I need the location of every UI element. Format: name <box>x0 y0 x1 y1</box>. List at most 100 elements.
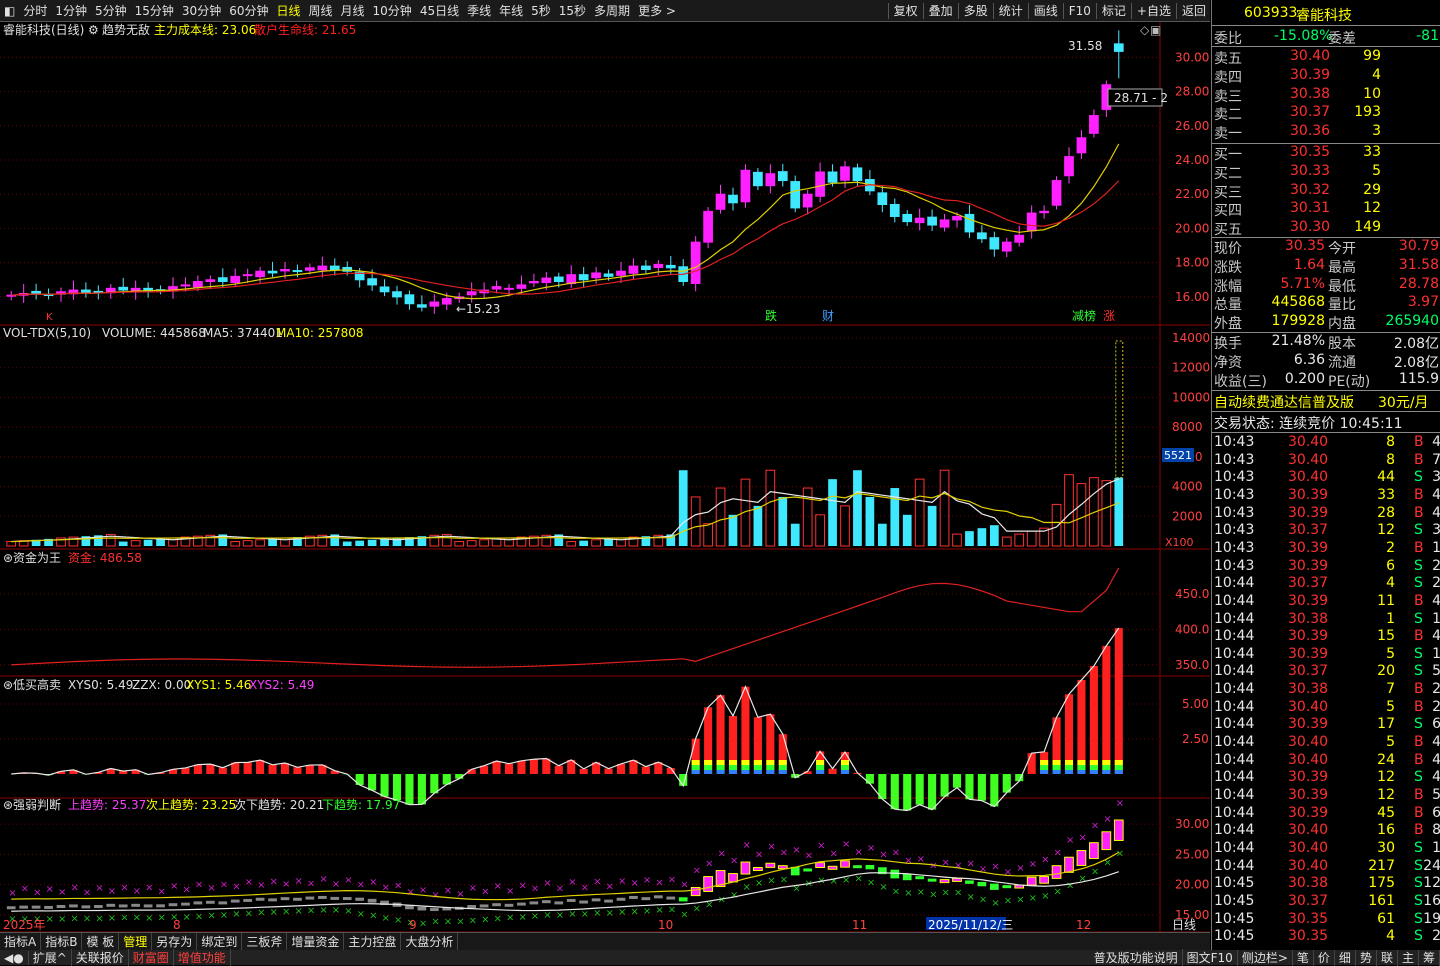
st-x-top: × <box>668 875 676 886</box>
st-bar <box>44 906 53 909</box>
st-x-bot: × <box>618 907 626 918</box>
indicator-tab-9[interactable]: 大盘分析 <box>401 933 458 950</box>
quote-cell: 30.79 <box>1399 238 1439 254</box>
st-bar <box>430 908 439 911</box>
indicator-tab-3[interactable]: 管理 <box>119 933 152 950</box>
tool-6[interactable]: 标记 <box>1098 2 1130 19</box>
tool-4[interactable]: 画线 <box>1030 2 1062 19</box>
indicator-tab-5[interactable]: 绑定到 <box>197 933 242 950</box>
period-12[interactable]: 年线 <box>495 2 527 19</box>
period-0[interactable]: 分时 <box>19 2 51 19</box>
candle-body <box>791 182 800 208</box>
lb-bar-y <box>692 760 700 765</box>
status-item-5[interactable]: 细 <box>1335 949 1356 966</box>
tick-row: 10:4330.408B4 <box>1212 434 1440 452</box>
stat-row: 总量445868量比3.97 <box>1212 294 1440 312</box>
tool-8[interactable]: 返回 <box>1178 2 1210 19</box>
tool-2[interactable]: 多股 <box>960 2 992 19</box>
st-bar <box>1114 820 1123 840</box>
period-8[interactable]: 月线 <box>337 2 369 19</box>
st-subup: 次上趋势: 23.25 <box>146 798 236 812</box>
lb-bar-g <box>1053 765 1061 770</box>
quote-cell: 30.38 <box>1288 681 1328 697</box>
period-10[interactable]: 45日线 <box>416 2 463 19</box>
tool-3[interactable]: 统计 <box>995 2 1027 19</box>
vol-bar <box>1077 484 1086 546</box>
tool-0[interactable]: 复权 <box>890 2 922 19</box>
status-item-3[interactable]: 笔 <box>1293 949 1314 966</box>
bid-row: 买二30.335 <box>1212 163 1440 181</box>
lb-bar <box>517 761 525 774</box>
st-bar <box>592 898 601 901</box>
quote-cell: 总量 <box>1214 294 1242 314</box>
ext-tab-2[interactable]: 财富圈 <box>129 949 174 966</box>
status-item-1[interactable]: 图文F10 <box>1183 949 1238 966</box>
st-bar <box>517 903 526 906</box>
period-7[interactable]: 周线 <box>305 2 337 19</box>
period-4[interactable]: 30分钟 <box>178 2 225 19</box>
lb-bar-y <box>1053 760 1061 765</box>
tool-1[interactable]: 叠加 <box>925 2 957 19</box>
period-16[interactable]: 更多 > <box>634 2 680 19</box>
status-item-9[interactable]: 筹 <box>1419 949 1440 966</box>
period-6[interactable]: 日线 <box>272 2 304 19</box>
tool-5[interactable]: F10 <box>1065 4 1095 18</box>
tick-row: 10:4430.3917S6 <box>1212 716 1440 734</box>
lb-bar-b <box>692 770 700 774</box>
ext-tab-1[interactable]: 关联报价 <box>72 949 129 966</box>
vol-bar <box>691 497 700 546</box>
period-15[interactable]: 多周期 <box>590 2 634 19</box>
period-2[interactable]: 5分钟 <box>91 2 131 19</box>
lb-bar-g <box>1115 765 1123 770</box>
candle-body <box>119 287 128 290</box>
stat-row: 涨幅5.71%最低28.78 <box>1212 276 1440 294</box>
kline-chart[interactable]: 30.0028.0026.0024.0022.0020.0018.0016.00… <box>0 22 1210 932</box>
indicator-tab-6[interactable]: 三板斧 <box>242 933 287 950</box>
tool-7[interactable]: +自选 <box>1133 2 1175 19</box>
status-item-2[interactable]: 侧边栏> <box>1238 949 1293 966</box>
quote-cell: B <box>1414 822 1424 838</box>
status-item-6[interactable]: 势 <box>1356 949 1377 966</box>
tick-row: 10:4330.3933B4 <box>1212 487 1440 505</box>
st-x-bot: × <box>469 916 477 927</box>
indicator-tab-0[interactable]: 指标A <box>0 933 41 950</box>
vol-bar <box>243 541 252 546</box>
period-13[interactable]: 5秒 <box>527 2 555 19</box>
st-x-bot: × <box>929 889 937 900</box>
indicator-tab-7[interactable]: 增量资金 <box>287 933 344 950</box>
candle-body <box>990 238 999 249</box>
ext-tab-0[interactable]: 扩展^ <box>29 949 72 966</box>
st-x-top: × <box>543 878 551 889</box>
period-1[interactable]: 1分钟 <box>51 2 91 19</box>
indicator-tab-2[interactable]: 模 板 <box>82 933 119 950</box>
menu-icon[interactable]: ◧ <box>0 4 19 18</box>
status-item-8[interactable]: 主 <box>1398 949 1419 966</box>
ext-tab-3[interactable]: 增值功能 <box>174 949 231 966</box>
st-x-top: × <box>431 890 439 901</box>
indicator-tab-4[interactable]: 另存为 <box>152 933 197 950</box>
status-item-0[interactable]: 普及版功能说明 <box>1090 949 1183 966</box>
candle-body <box>828 172 837 182</box>
indicator-tab-8[interactable]: 主力控盘 <box>344 933 401 950</box>
status-item-7[interactable]: 联 <box>1377 949 1398 966</box>
st-x-top: × <box>1091 821 1099 832</box>
st-bar <box>243 899 252 902</box>
status-item-4[interactable]: 价 <box>1314 949 1335 966</box>
vol-bar <box>903 515 912 546</box>
tick-row: 10:4430.3720S5 <box>1212 663 1440 681</box>
st-x-top: × <box>294 876 302 887</box>
st-bar <box>306 897 315 900</box>
period-3[interactable]: 15分钟 <box>131 2 178 19</box>
event-marker: 减榜 <box>1072 308 1096 323</box>
period-5[interactable]: 60分钟 <box>225 2 272 19</box>
st-x-top: × <box>767 841 775 852</box>
period-11[interactable]: 季线 <box>463 2 495 19</box>
st-x-top: × <box>307 879 315 890</box>
toggle-icon[interactable]: ◀● <box>0 951 29 965</box>
period-14[interactable]: 15秒 <box>555 2 590 19</box>
quote-cell: 30.39 <box>1288 558 1328 574</box>
date-label: 2025年 <box>3 918 46 932</box>
indicator-tab-1[interactable]: 指标B <box>41 933 82 950</box>
st-bar <box>268 898 277 901</box>
period-9[interactable]: 10分钟 <box>369 2 416 19</box>
